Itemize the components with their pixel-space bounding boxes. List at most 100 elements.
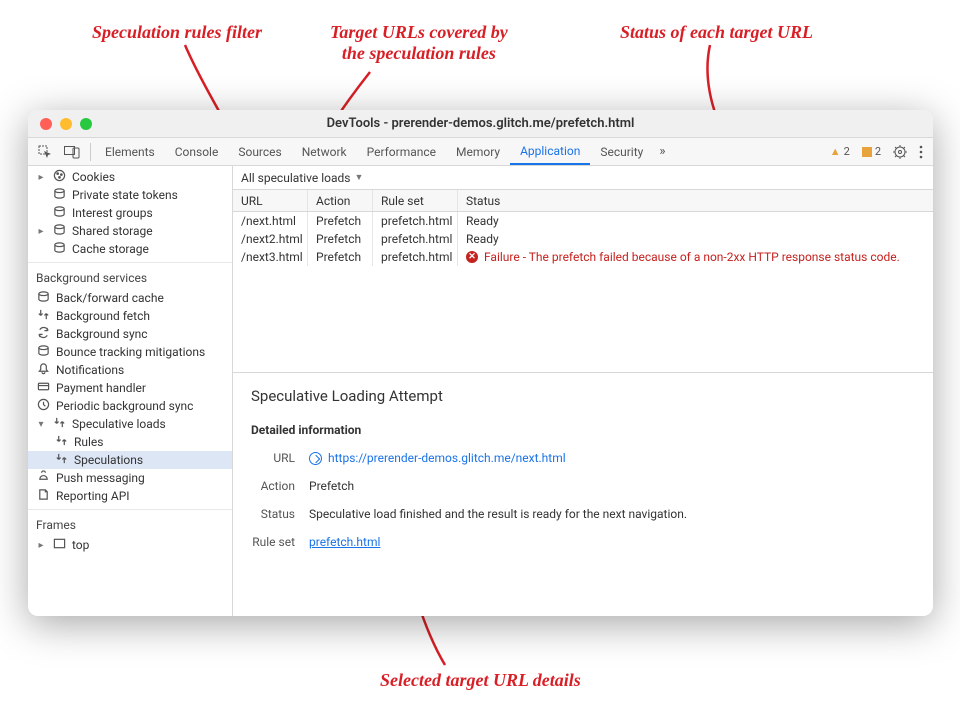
titlebar: DevTools - prerender-demos.glitch.me/pre… <box>28 110 933 138</box>
tab-memory[interactable]: Memory <box>446 138 510 165</box>
window-title: DevTools - prerender-demos.glitch.me/pre… <box>28 116 933 131</box>
detail-label: Action <box>251 479 309 493</box>
cell-url: /next.html <box>233 212 308 230</box>
details-section-header: Detailed information <box>251 423 915 437</box>
devtools-toolbar: Elements Console Sources Network Perform… <box>28 138 933 166</box>
sidebar-item-label: Shared storage <box>72 224 153 238</box>
detail-row-status: Status Speculative load finished and the… <box>251 507 915 521</box>
cell-ruleset: prefetch.html <box>373 248 458 266</box>
cell-ruleset: prefetch.html <box>373 230 458 248</box>
grid-row[interactable]: /next.html Prefetch prefetch.html Ready <box>233 212 933 230</box>
cell-url: /next3.html <box>233 248 308 266</box>
application-sidebar: ▸Cookies Private state tokens Interest g… <box>28 166 233 616</box>
details-title: Speculative Loading Attempt <box>251 387 915 405</box>
sidebar-item-reporting-api[interactable]: Reporting API <box>28 487 232 505</box>
sidebar-item-speculations[interactable]: Speculations <box>28 451 232 469</box>
sidebar-item-back-forward-cache[interactable]: Back/forward cache <box>28 289 232 307</box>
detail-link[interactable]: prefetch.html <box>309 535 380 549</box>
cell-status: Ready <box>458 230 933 248</box>
sidebar-item-label: Background sync <box>56 327 148 341</box>
col-ruleset[interactable]: Rule set <box>373 190 458 211</box>
detail-row-ruleset: Rule set prefetch.html <box>251 535 915 549</box>
sidebar-item-label: Cache storage <box>72 242 149 256</box>
tab-performance[interactable]: Performance <box>357 138 446 165</box>
annotation-text: Target URLs covered by the speculation r… <box>330 22 508 64</box>
sidebar-item-label: Payment handler <box>56 381 146 395</box>
sidebar-item-periodic-sync[interactable]: Periodic background sync <box>28 397 232 415</box>
maximize-button[interactable] <box>80 118 92 130</box>
sidebar-item-shared-storage[interactable]: ▸Shared storage <box>28 222 232 240</box>
detail-label: Rule set <box>251 535 309 549</box>
detail-label: Status <box>251 507 309 521</box>
sidebar-item-notifications[interactable]: Notifications <box>28 361 232 379</box>
settings-icon[interactable] <box>887 138 913 165</box>
tab-application[interactable]: Application <box>510 138 590 165</box>
link-icon <box>309 452 322 465</box>
sidebar-header-background-services: Background services <box>28 262 232 289</box>
detail-label: URL <box>251 451 309 465</box>
sidebar-item-label: top <box>72 538 89 552</box>
sidebar-item-label: Private state tokens <box>72 188 178 202</box>
tab-console[interactable]: Console <box>165 138 229 165</box>
sidebar-item-rules[interactable]: Rules <box>28 433 232 451</box>
issues-badge[interactable]: 2 <box>856 145 887 158</box>
annotation-text: Speculation rules filter <box>92 22 262 43</box>
annotation-text: Selected target URL details <box>380 670 581 691</box>
sidebar-item-speculative-loads[interactable]: ▾Speculative loads <box>28 415 232 433</box>
sidebar-item-label: Push messaging <box>56 471 145 485</box>
traffic-lights <box>28 118 92 130</box>
warnings-badge[interactable]: ▲2 <box>824 145 856 158</box>
kebab-icon[interactable] <box>913 138 929 165</box>
sidebar-item-label: Rules <box>74 435 103 449</box>
sidebar-header-frames: Frames <box>28 509 232 536</box>
tab-elements[interactable]: Elements <box>95 138 165 165</box>
grid-row[interactable]: /next3.html Prefetch prefetch.html ✕Fail… <box>233 248 933 266</box>
col-status[interactable]: Status <box>458 190 933 211</box>
tab-security[interactable]: Security <box>590 138 653 165</box>
tabs-overflow-icon[interactable]: » <box>653 144 671 159</box>
error-icon: ✕ <box>466 251 478 263</box>
detail-value: Speculative load finished and the result… <box>309 507 687 521</box>
detail-row-action: Action Prefetch <box>251 479 915 493</box>
detail-value: Prefetch <box>309 479 354 493</box>
cell-ruleset: prefetch.html <box>373 212 458 230</box>
devtools-window: DevTools - prerender-demos.glitch.me/pre… <box>28 110 933 616</box>
sidebar-item-label: Cookies <box>72 170 115 184</box>
cell-status: Ready <box>458 212 933 230</box>
minimize-button[interactable] <box>60 118 72 130</box>
inspect-icon[interactable] <box>32 138 58 165</box>
speculation-details: Speculative Loading Attempt Detailed inf… <box>233 373 933 577</box>
sidebar-item-interest-groups[interactable]: Interest groups <box>28 204 232 222</box>
col-url[interactable]: URL <box>233 190 308 211</box>
main-pane: All speculative loads ▼ URL Action Rule … <box>233 166 933 616</box>
cell-status-error: ✕Failure - The prefetch failed because o… <box>458 248 933 266</box>
sidebar-item-private-state-tokens[interactable]: Private state tokens <box>28 186 232 204</box>
panel-body: ▸Cookies Private state tokens Interest g… <box>28 166 933 616</box>
col-action[interactable]: Action <box>308 190 373 211</box>
device-icon[interactable] <box>58 138 86 165</box>
sidebar-item-label: Periodic background sync <box>56 399 193 413</box>
speculations-grid: URL Action Rule set Status /next.html Pr… <box>233 190 933 373</box>
sidebar-item-background-fetch[interactable]: Background fetch <box>28 307 232 325</box>
grid-body: /next.html Prefetch prefetch.html Ready … <box>233 212 933 372</box>
sidebar-item-frame-top[interactable]: ▸top <box>28 536 232 554</box>
sidebar-item-cookies[interactable]: ▸Cookies <box>28 168 232 186</box>
cell-action: Prefetch <box>308 248 373 266</box>
sidebar-item-bounce-tracking[interactable]: Bounce tracking mitigations <box>28 343 232 361</box>
tab-sources[interactable]: Sources <box>228 138 291 165</box>
cell-action: Prefetch <box>308 230 373 248</box>
sidebar-item-label: Notifications <box>56 363 124 377</box>
sidebar-item-cache-storage[interactable]: Cache storage <box>28 240 232 258</box>
sidebar-item-label: Background fetch <box>56 309 150 323</box>
sidebar-item-payment-handler[interactable]: Payment handler <box>28 379 232 397</box>
cell-url: /next2.html <box>233 230 308 248</box>
sidebar-item-label: Reporting API <box>56 489 130 503</box>
divider <box>90 143 91 161</box>
sidebar-item-push-messaging[interactable]: Push messaging <box>28 469 232 487</box>
close-button[interactable] <box>40 118 52 130</box>
speculation-filter[interactable]: All speculative loads ▼ <box>233 166 933 190</box>
sidebar-item-background-sync[interactable]: Background sync <box>28 325 232 343</box>
grid-row[interactable]: /next2.html Prefetch prefetch.html Ready <box>233 230 933 248</box>
tab-network[interactable]: Network <box>292 138 357 165</box>
detail-link[interactable]: https://prerender-demos.glitch.me/next.h… <box>309 451 566 465</box>
